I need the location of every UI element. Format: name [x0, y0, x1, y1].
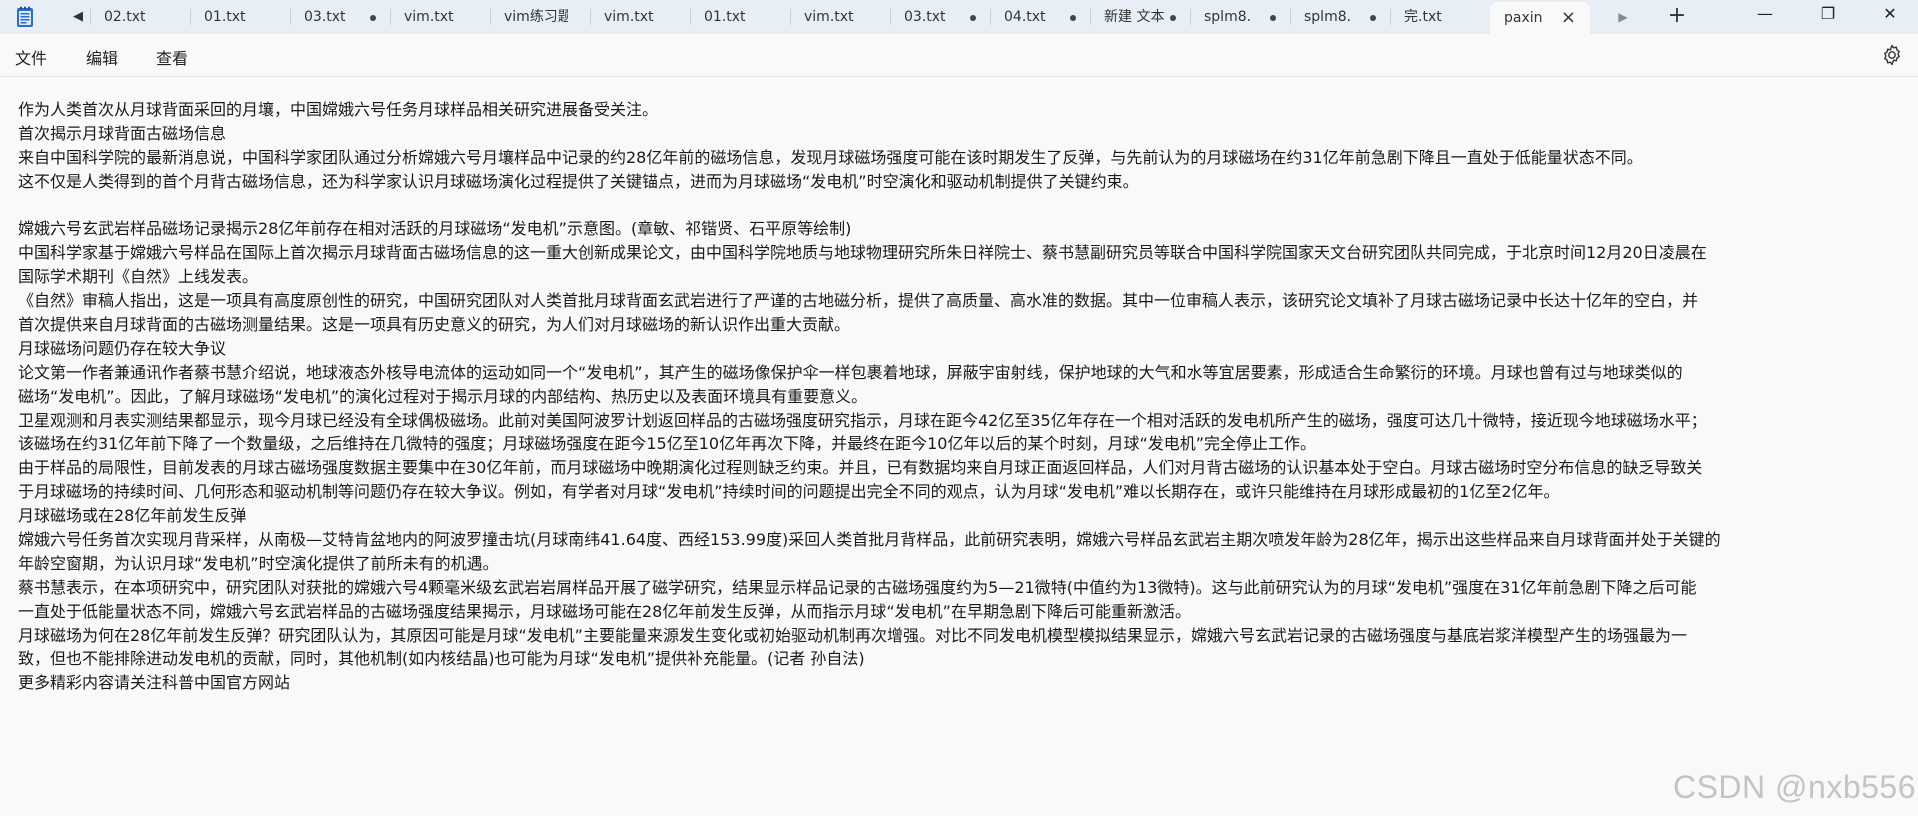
text-line: 由于样品的局限性，目前发表的月球古磁场强度数据主要集中在30亿年前，而月球磁场中…: [18, 458, 1703, 478]
text-line: [18, 194, 1914, 218]
notepad-icon[interactable]: [13, 5, 37, 29]
unsaved-dot-icon: [1170, 15, 1176, 21]
text-line: 月球磁场或在28亿年前发生反弹: [18, 506, 247, 526]
tab-label: vim练习题.txt: [504, 9, 568, 25]
text-line: 论文第一作者兼通讯作者蔡书慧介绍说，地球液态外核导电流体的运动如同一个“发电机”…: [18, 362, 1683, 382]
tab[interactable]: 03.txt: [290, 0, 390, 34]
text-line: 致，但也不能排除进动发电机的贡献，同时，其他机制(如内核结晶)也可能为月球“发电…: [18, 649, 865, 669]
text-line: 首次揭示月球背面古磁场信息: [18, 123, 227, 143]
tab-label: 01.txt: [704, 9, 746, 25]
tab[interactable]: 完.txt: [1390, 0, 1490, 34]
tab[interactable]: vim.txt: [590, 0, 690, 34]
text-line: 首次提供来自月球背面的古磁场测量结果。这是一项具有历史意义的研究，为人们对月球磁…: [18, 315, 851, 335]
tab-label: splm8.: [1304, 9, 1352, 25]
maximize-icon: ❐: [1820, 4, 1836, 23]
close-tab-icon[interactable]: ×: [1561, 2, 1576, 34]
text-line: 来自中国科学院的最新消息说，中国科学家团队通过分析嫦娥六号月壤样品中记录的约28…: [18, 147, 1643, 167]
chevron-left-icon: ▶: [73, 9, 83, 24]
unsaved-dot-icon: [1370, 15, 1376, 21]
minimize-icon: —: [1757, 4, 1773, 23]
menu-bar: 文件 编辑 查看: [0, 34, 1918, 77]
tab-label: splm8.: [1204, 9, 1252, 25]
unsaved-dot-icon: [370, 15, 376, 21]
tab-label: 02.txt: [104, 9, 146, 25]
watermark: CSDN @nxb556: [1672, 769, 1916, 805]
text-editor[interactable]: 作为人类首次从月球背面采回的月壤，中国嫦娥六号任务月球样品相关研究进展备受关注。…: [18, 98, 1914, 695]
plus-icon: +: [1667, 3, 1687, 28]
menu-edit[interactable]: 编辑: [86, 45, 118, 69]
text-line: 一直处于低能量状态不同，嫦娥六号玄武岩样品的古磁场强度结果揭示，月球磁场可能在2…: [18, 601, 1191, 621]
tab[interactable]: 01.txt: [690, 0, 790, 34]
tab-label: 新建 文本: [1104, 9, 1165, 25]
tab-bar: ▶ 02.txt 01.txt 03.txt vim.txt vim练习题.txt vim…: [0, 0, 1918, 34]
text-line: 磁场“发电机”。因此，了解月球磁场“发电机”的演化过程对于揭示月球的内部结构、热…: [18, 386, 868, 406]
text-line: 这不仅是人类得到的首个月背古磁场信息，还为科学家认识月球磁场演化过程提供了关键锚…: [18, 171, 1139, 191]
text-line: 中国科学家基于嫦娥六号样品在国际上首次揭示月球背面古磁场信息的这一重大创新成果论…: [18, 243, 1707, 263]
chevron-right-icon: ▶: [1618, 10, 1628, 24]
tab-active[interactable]: paxin ×: [1490, 2, 1590, 34]
text-line: 嫦娥六号任务首次实现月背采样，从南极—艾特肯盆地内的阿波罗撞击坑(月球南纬41.…: [18, 530, 1721, 550]
text-line: 于月球磁场的持续时间、几何形态和驱动机制等问题仍存在较大争议。例如，有学者对月球…: [18, 482, 1560, 502]
scroll-tabs-right-button[interactable]: ▶: [1610, 5, 1636, 29]
tab-label: 01.txt: [204, 9, 246, 25]
minimize-button[interactable]: —: [1739, 0, 1791, 30]
unsaved-dot-icon: [970, 15, 976, 21]
text-line: 国际学术期刊《自然》上线发表。: [18, 267, 259, 287]
tab[interactable]: vim.txt: [390, 0, 490, 34]
text-line: 月球磁场为何在28亿年前发生反弹？研究团队认为，其原因可能是月球“发电机”主要能…: [18, 625, 1687, 645]
tab-label: 04.txt: [1004, 9, 1046, 25]
tab[interactable]: 新建 文本: [1090, 0, 1190, 34]
text-line: 作为人类首次从月球背面采回的月壤，中国嫦娥六号任务月球样品相关研究进展备受关注。: [18, 100, 659, 119]
tab-label: paxin: [1504, 10, 1543, 26]
tab[interactable]: splm8.: [1190, 0, 1290, 34]
new-tab-button[interactable]: +: [1664, 3, 1690, 29]
tab-label: vim.txt: [804, 9, 854, 25]
unsaved-dot-icon: [1270, 15, 1276, 21]
tab-list: 02.txt 01.txt 03.txt vim.txt vim练习题.txt vim.t…: [90, 0, 1590, 34]
text-line: 该磁场在约31亿年前下降了一个数量级，之后维持在几微特的强度；月球磁场强度在距今…: [18, 434, 1317, 454]
tab-label: 完.txt: [1404, 9, 1442, 25]
tab-label: 03.txt: [904, 9, 946, 25]
text-line: 年龄空窗期，为认识月球“发电机”时空演化提供了前所未有的机遇。: [18, 553, 499, 573]
tab[interactable]: vim.txt: [790, 0, 890, 34]
text-line: 卫星观测和月表实测结果都显示，现今月球已经没有全球偶极磁场。此前对美国阿波罗计划…: [18, 410, 1707, 430]
close-icon: ✕: [1883, 4, 1897, 23]
unsaved-dot-icon: [1070, 15, 1076, 21]
text-line: 蔡书慧表示，在本项研究中，研究团队对获批的嫦娥六号4颗毫米级玄武岩岩屑样品开展了…: [18, 577, 1697, 597]
gear-icon[interactable]: [1880, 43, 1904, 67]
text-line: 嫦娥六号玄武岩样品磁场记录揭示28亿年前存在相对活跃的月球磁场“发电机”示意图。…: [18, 219, 852, 239]
maximize-button[interactable]: ❐: [1802, 0, 1854, 30]
tab[interactable]: vim练习题.txt: [490, 0, 590, 34]
scroll-tabs-left-button[interactable]: ▶: [64, 5, 92, 29]
text-line: 更多精彩内容请关注科普中国官方网站: [18, 673, 291, 693]
tab-label: vim.txt: [604, 9, 654, 25]
tab[interactable]: 01.txt: [190, 0, 290, 34]
tab-label: 03.txt: [304, 9, 346, 25]
close-window-button[interactable]: ✕: [1864, 0, 1916, 30]
menu-file[interactable]: 文件: [15, 45, 47, 69]
tab[interactable]: 04.txt: [990, 0, 1090, 34]
tab[interactable]: 02.txt: [90, 0, 190, 34]
tab[interactable]: 03.txt: [890, 0, 990, 34]
tab[interactable]: splm8.: [1290, 0, 1390, 34]
tab-label: vim.txt: [404, 9, 454, 25]
text-line: 月球磁场问题仍存在较大争议: [18, 338, 227, 358]
text-line: 《自然》审稿人指出，这是一项具有高度原创性的研究，中国研究团队对人类首批月球背面…: [18, 291, 1699, 311]
menu-view[interactable]: 查看: [156, 45, 188, 69]
